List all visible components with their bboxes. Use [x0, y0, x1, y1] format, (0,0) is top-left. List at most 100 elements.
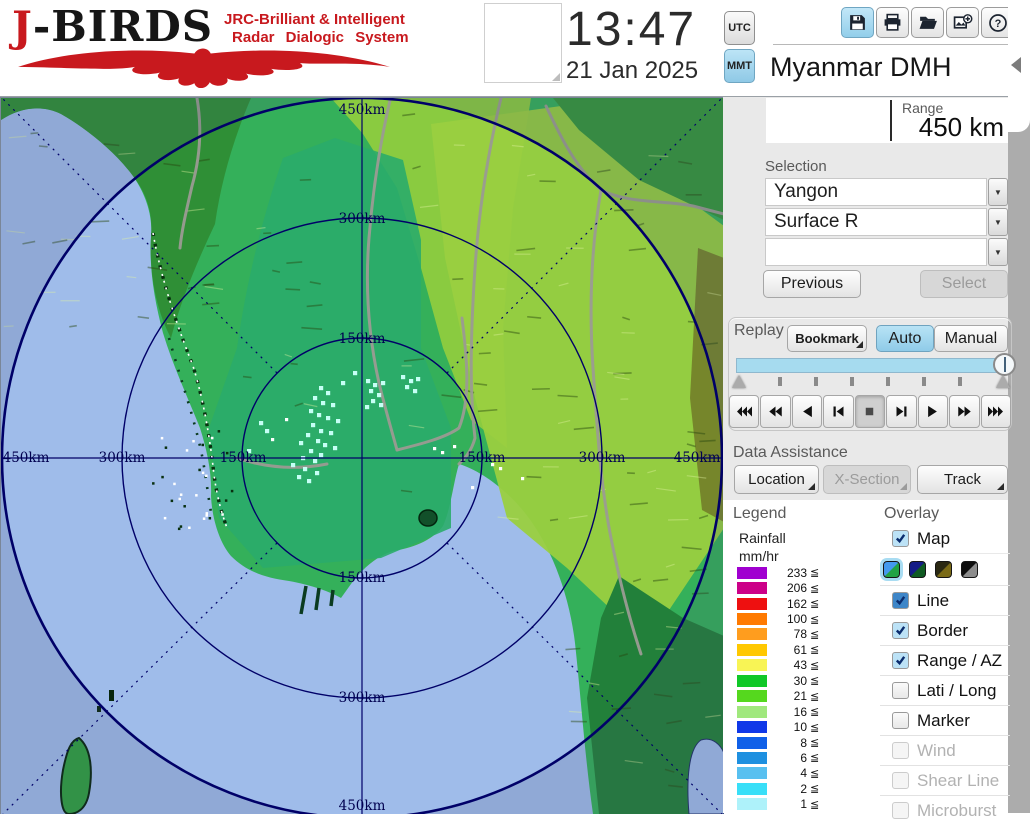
product-dropdown[interactable]: Surface R	[765, 208, 987, 236]
eagle-icon	[8, 42, 400, 88]
header-separator	[773, 44, 1010, 45]
legend-color-swatch	[737, 567, 767, 579]
legend-color-swatch	[737, 613, 767, 625]
legend-operator: ≦	[810, 721, 819, 734]
legend-operator: ≦	[810, 628, 819, 641]
step-back-icon[interactable]	[823, 395, 853, 428]
legend-row: 61≦	[737, 642, 829, 657]
legend-color-swatch	[737, 675, 767, 687]
site-dropdown-arrow-icon[interactable]: ▼	[988, 178, 1008, 206]
legend-value: 21	[773, 689, 807, 703]
checked-checkbox[interactable]	[892, 530, 909, 547]
radar-map: 450km 300km 150km 150km 300km 450km 450k…	[0, 97, 724, 814]
fast-forward-icon[interactable]	[949, 395, 979, 428]
legend-operator: ≦	[810, 643, 819, 656]
legend-row: 8≦	[737, 735, 829, 750]
slider-end-marker[interactable]	[996, 375, 1010, 388]
product-dropdown-arrow-icon[interactable]: ▼	[988, 208, 1008, 236]
header-bar: J-BIRDS JRC-Brilliant & Intelligent Rada…	[0, 0, 1030, 97]
replay-slider-track[interactable]	[736, 358, 1006, 373]
slider-tick	[814, 377, 818, 386]
checked-checkbox[interactable]	[892, 592, 909, 609]
site-dropdown[interactable]: Yangon	[765, 178, 987, 206]
clock-date: 21 Jan 2025	[566, 57, 698, 85]
svg-text:300km: 300km	[339, 690, 386, 706]
overlay-item-label: Lati / Long	[917, 681, 996, 701]
legend-operator: ≦	[810, 751, 819, 764]
map-style-olive[interactable]	[935, 561, 952, 578]
option-dropdown[interactable]	[765, 238, 987, 266]
open-folder-icon[interactable]	[911, 7, 944, 38]
svg-text:150km: 150km	[459, 450, 506, 466]
legend-row: 1≦	[737, 797, 829, 812]
bookmark-button[interactable]: Bookmark	[787, 325, 867, 352]
legend-value: 1	[773, 797, 807, 811]
unchecked-checkbox[interactable]	[892, 712, 909, 729]
overlay-row-lati-long: Lati / Long	[880, 675, 1010, 705]
step-forward-icon[interactable]	[886, 395, 916, 428]
legend-value: 78	[773, 627, 807, 641]
svg-text:450km: 450km	[674, 450, 721, 466]
checked-checkbox[interactable]	[892, 652, 909, 669]
reverse-play-icon[interactable]	[792, 395, 822, 428]
overlay-row-wind: Wind	[880, 735, 1010, 765]
svg-text:300km: 300km	[579, 450, 626, 466]
map-style-navy[interactable]	[909, 561, 926, 578]
utc-button[interactable]: UTC	[724, 11, 755, 45]
legend-row: 10≦	[737, 719, 829, 734]
previous-button[interactable]: Previous	[763, 270, 861, 298]
track-button[interactable]: Track	[917, 465, 1008, 494]
overlay-item-label: Wind	[917, 741, 956, 761]
overlay-item-label: Border	[917, 621, 968, 641]
radar-map-canvas: 450km 300km 150km 150km 300km 450km 450k…	[1, 98, 724, 814]
clock-time: 13:47	[566, 2, 696, 57]
legend-row: 21≦	[737, 689, 829, 704]
legend-row: 78≦	[737, 627, 829, 642]
legend-label: Legend	[733, 505, 786, 523]
station-field: Myanmar DMH	[765, 46, 1008, 91]
legend-operator: ≦	[810, 798, 819, 811]
overlay-row-range-az: Range / AZ	[880, 645, 1010, 675]
overlay-row-microburst: Microburst	[880, 795, 1010, 825]
select-button[interactable]: Select	[920, 270, 1008, 298]
legend-row: 162≦	[737, 596, 829, 611]
checked-checkbox[interactable]	[892, 622, 909, 639]
legend-color-swatch	[737, 783, 767, 795]
skip-forward-icon[interactable]	[981, 395, 1011, 428]
add-image-icon[interactable]	[946, 7, 979, 38]
overlay-row-line: Line	[880, 585, 1010, 615]
station-name: Myanmar DMH	[770, 52, 1013, 83]
x-section-button[interactable]: X-Section	[823, 465, 911, 494]
legend-color-swatch	[737, 659, 767, 671]
replay-slider-thumb[interactable]	[993, 353, 1016, 376]
fast-rewind-icon[interactable]	[729, 395, 759, 428]
manual-button[interactable]: Manual	[934, 325, 1008, 352]
legend-color-swatch	[737, 598, 767, 610]
stop-icon[interactable]	[855, 395, 885, 428]
slider-start-marker[interactable]	[732, 375, 746, 388]
legend-row: 43≦	[737, 658, 829, 673]
legend-value: 206	[773, 581, 807, 595]
legend-operator: ≦	[810, 736, 819, 749]
svg-text:?: ?	[994, 18, 1001, 30]
unchecked-checkbox[interactable]	[892, 682, 909, 699]
resize-grip-icon[interactable]	[552, 73, 560, 81]
legend-value: 4	[773, 766, 807, 780]
legend-color-swatch	[737, 721, 767, 733]
mmt-button[interactable]: MMT	[724, 49, 755, 83]
map-style-terrain[interactable]	[883, 561, 900, 578]
rewind-icon[interactable]	[760, 395, 790, 428]
option-dropdown-arrow-icon[interactable]: ▼	[988, 238, 1008, 266]
chevron-left-icon[interactable]	[1011, 57, 1021, 73]
location-button[interactable]: Location	[734, 465, 819, 494]
map-style-gray[interactable]	[961, 561, 978, 578]
print-icon[interactable]	[876, 7, 909, 38]
save-icon[interactable]	[841, 7, 874, 38]
preview-box	[484, 3, 562, 83]
legend-operator: ≦	[810, 582, 819, 595]
legend-operator: ≦	[810, 705, 819, 718]
selection-label: Selection	[765, 158, 827, 175]
play-icon[interactable]	[918, 395, 948, 428]
logo-tagline-1: JRC-Brilliant & Intelligent	[224, 11, 405, 28]
auto-button[interactable]: Auto	[876, 325, 934, 352]
